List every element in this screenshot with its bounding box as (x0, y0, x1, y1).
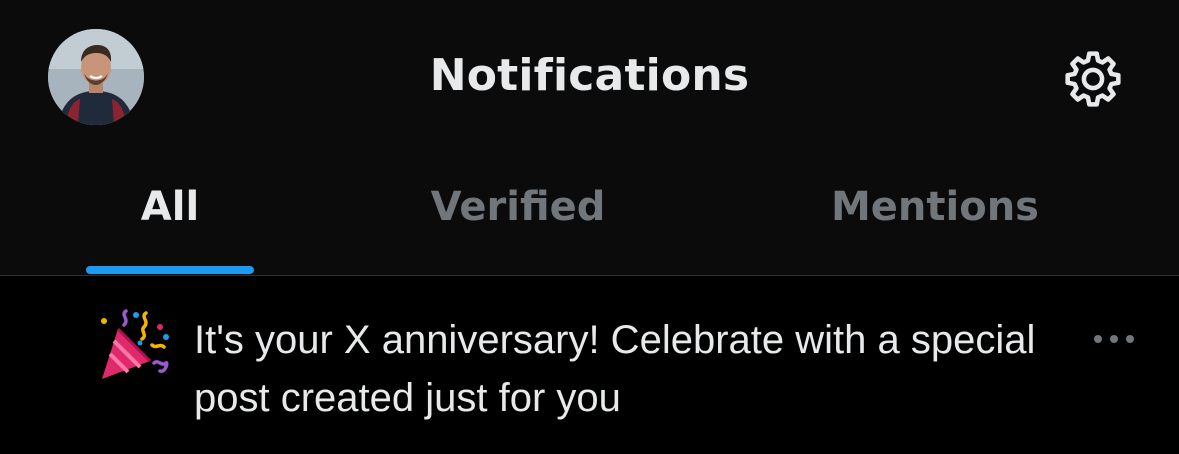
active-tab-indicator (86, 266, 254, 274)
header: Notifications All Verified Mentions (0, 0, 1179, 276)
tab-mentions[interactable]: Mentions (800, 170, 1070, 276)
notifications-screen: Notifications All Verified Mentions It's… (0, 0, 1179, 454)
tab-verified-label: Verified (430, 184, 606, 230)
party-popper-icon (96, 307, 172, 383)
notification-text: It's your X anniversary! Celebrate with … (194, 318, 1036, 420)
notification-item[interactable]: It's your X anniversary! Celebrate with … (0, 277, 1179, 454)
tab-all-label: All (140, 184, 200, 230)
tab-bar: All Verified Mentions (0, 170, 1179, 276)
tab-mentions-label: Mentions (830, 184, 1039, 230)
more-options-button[interactable] (1088, 319, 1140, 359)
gear-icon (1065, 51, 1121, 107)
tab-all[interactable]: All (86, 170, 254, 276)
page-title: Notifications (429, 50, 750, 101)
tab-verified[interactable]: Verified (393, 170, 643, 276)
more-horizontal-icon (1094, 335, 1134, 343)
settings-button[interactable] (1058, 44, 1128, 114)
